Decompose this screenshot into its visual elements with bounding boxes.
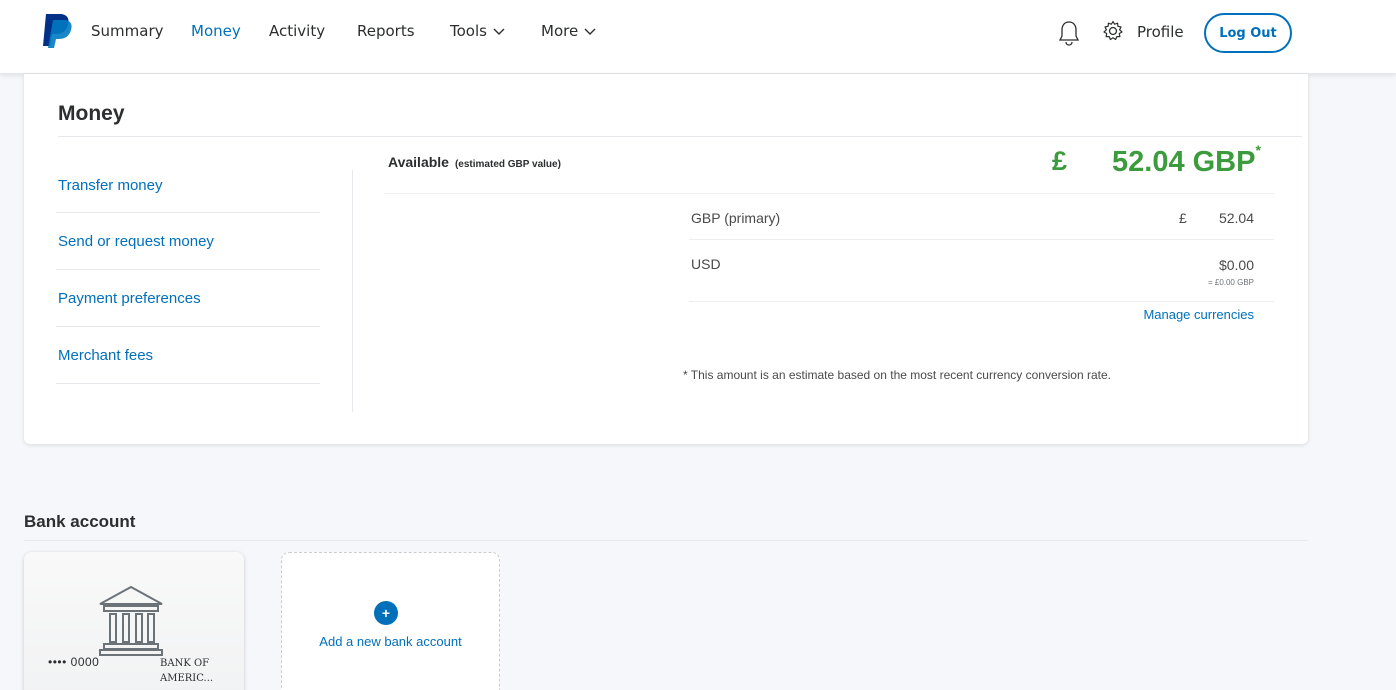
top-navigation: Summary Money Activity Reports Tools Mor… bbox=[0, 0, 1396, 74]
money-card: Money Transfer money Send or request mon… bbox=[24, 74, 1308, 444]
sidebar-item-send-or-request-money[interactable]: Send or request money bbox=[58, 233, 214, 250]
profile-link[interactable]: Profile bbox=[1137, 23, 1184, 41]
divider bbox=[56, 383, 320, 384]
currency-name-usd: USD bbox=[691, 256, 721, 272]
gear-icon[interactable] bbox=[1102, 20, 1124, 42]
available-sublabel: (estimated GBP value) bbox=[454, 159, 561, 170]
nav-tools-label: Tools bbox=[450, 22, 487, 40]
divider bbox=[56, 326, 320, 327]
divider bbox=[24, 540, 1308, 541]
plus-icon: + bbox=[374, 601, 398, 625]
sidebar-item-transfer-money[interactable]: Transfer money bbox=[58, 177, 162, 194]
nav-money[interactable]: Money bbox=[191, 22, 241, 40]
bank-name-line: BANK OF bbox=[160, 658, 210, 669]
nav-tools[interactable]: Tools bbox=[450, 22, 505, 40]
bank-name-line: AMERIC... bbox=[160, 673, 214, 684]
bank-account-card[interactable]: •••• 0000 BANK OF AMERIC... bbox=[24, 552, 244, 690]
currency-value-usd: $0.00 bbox=[1218, 257, 1254, 273]
nav-summary[interactable]: Summary bbox=[91, 22, 164, 40]
vertical-divider bbox=[352, 170, 353, 412]
nav-more[interactable]: More bbox=[541, 22, 596, 40]
chevron-down-icon bbox=[584, 28, 596, 35]
divider bbox=[56, 212, 320, 213]
balance-amount-value: 52.04 GBP bbox=[1112, 146, 1256, 178]
bank-account-masked-number: •••• 0000 bbox=[48, 655, 100, 669]
currency-converted-usd: = £0.00 GBP bbox=[1207, 278, 1254, 287]
bank-account-heading: Bank account bbox=[24, 512, 136, 531]
divider bbox=[56, 269, 320, 270]
manage-currencies-link[interactable]: Manage currencies bbox=[1143, 307, 1254, 322]
divider bbox=[58, 136, 1302, 137]
balance-footnote-marker: * bbox=[1255, 142, 1261, 158]
currency-symbol-gbp: £ bbox=[1179, 210, 1187, 226]
available-label: Available (estimated GBP value) bbox=[388, 154, 561, 170]
logout-button[interactable]: Log Out bbox=[1204, 13, 1292, 53]
sidebar-item-payment-preferences[interactable]: Payment preferences bbox=[58, 290, 201, 307]
add-bank-account-label: Add a new bank account bbox=[319, 634, 462, 649]
bank-building-icon bbox=[99, 585, 163, 656]
currency-name-gbp: GBP (primary) bbox=[691, 210, 781, 226]
nav-activity[interactable]: Activity bbox=[269, 22, 325, 40]
conversion-footnote: * This amount is an estimate based on th… bbox=[683, 368, 1111, 382]
chevron-down-icon bbox=[493, 28, 505, 35]
divider bbox=[689, 239, 1274, 240]
bank-account-name: BANK OF AMERIC... bbox=[160, 656, 230, 686]
nav-reports[interactable]: Reports bbox=[357, 22, 415, 40]
paypal-logo-icon[interactable] bbox=[40, 12, 74, 48]
balance-currency-symbol: £ bbox=[1052, 146, 1068, 176]
divider bbox=[689, 301, 1274, 302]
currency-value-gbp: 52.04 bbox=[1218, 210, 1254, 226]
add-bank-account-card[interactable]: + Add a new bank account bbox=[281, 552, 500, 690]
money-title: Money bbox=[58, 102, 125, 125]
bell-icon[interactable] bbox=[1058, 19, 1080, 47]
divider bbox=[384, 193, 1274, 194]
balance-amount: 52.04 GBP* bbox=[1112, 142, 1261, 179]
available-label-text: Available bbox=[388, 154, 449, 170]
sidebar-item-merchant-fees[interactable]: Merchant fees bbox=[58, 347, 153, 364]
nav-more-label: More bbox=[541, 22, 579, 40]
